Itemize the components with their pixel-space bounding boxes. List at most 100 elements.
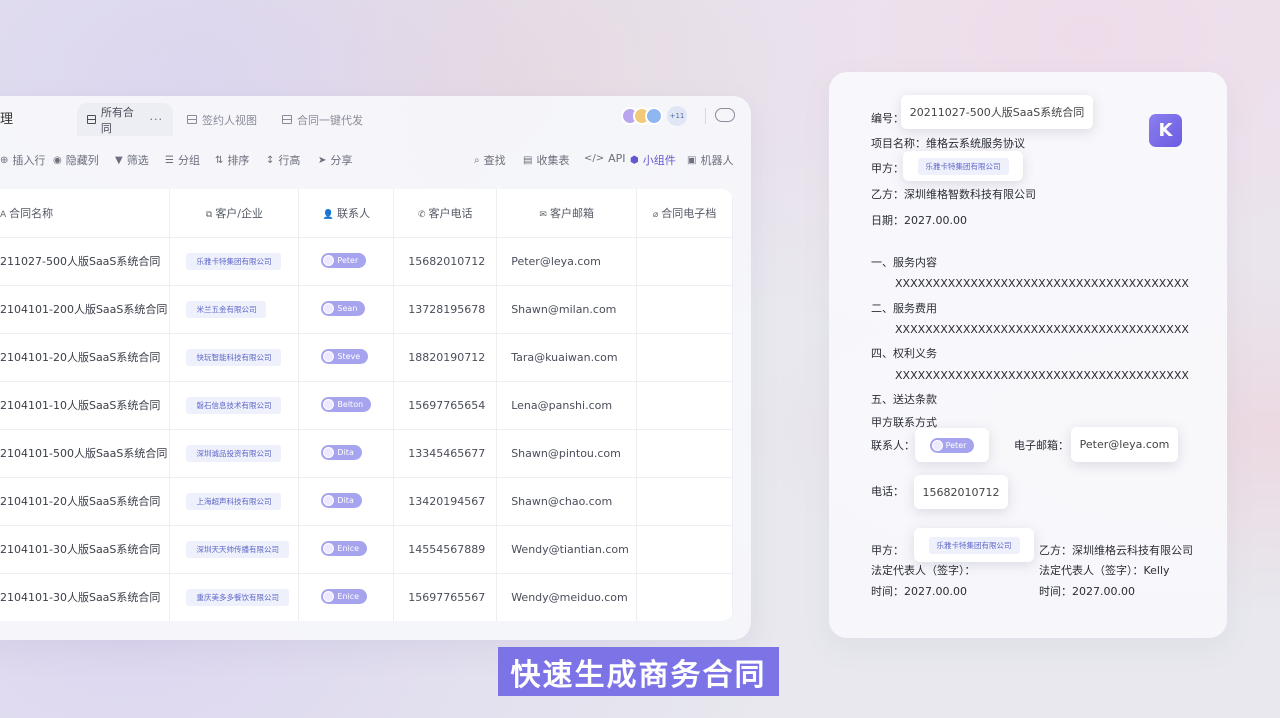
- attachment-cell[interactable]: [636, 333, 733, 382]
- phone-cell[interactable]: 15697765654: [393, 381, 498, 430]
- sign-party-a-field[interactable]: 乐雅卡特集团有限公司: [914, 528, 1034, 562]
- insert-row-button[interactable]: ⊕ 插入行: [0, 152, 45, 168]
- robot-button[interactable]: ▣ 机器人: [687, 152, 733, 168]
- column-header-contract-name[interactable]: A 合同名称: [0, 189, 171, 238]
- column-header-company[interactable]: ⧉ 客户/企业: [169, 189, 300, 238]
- filter-button[interactable]: ▼ 筛选: [115, 152, 149, 168]
- search-icon: ⌕: [474, 154, 480, 166]
- share-button[interactable]: ➤ 分享: [318, 152, 352, 168]
- company-cell[interactable]: 上海超声科技有限公司: [169, 477, 300, 526]
- avatar: [323, 591, 335, 602]
- email-cell[interactable]: Shawn@pintou.com: [496, 429, 638, 478]
- cloud-icon[interactable]: [715, 108, 735, 122]
- more-icon[interactable]: ···: [150, 113, 164, 126]
- widget-button[interactable]: ⬢ 小组件: [630, 152, 676, 168]
- party-a-label: 甲方：: [871, 162, 904, 175]
- attachment-cell[interactable]: [636, 477, 733, 526]
- tab-signer-view[interactable]: 签约人视图: [177, 103, 267, 136]
- email-cell[interactable]: Wendy@tiantian.com: [496, 525, 638, 574]
- contact-field[interactable]: Peter: [915, 428, 989, 462]
- app-logo: K: [1149, 114, 1182, 147]
- contract-preview: K 编号： 20211027-500人版SaaS系统合同 项目名称：维格云系统服…: [829, 72, 1227, 638]
- table-row[interactable]: 2104101-500人版SaaS系统合同 深圳诚品投资有限公司 Dita 13345…: [0, 429, 733, 478]
- row-height-button[interactable]: ↕ 行高: [266, 152, 300, 168]
- contract-name-cell[interactable]: 2104101-200人版SaaS系统合同: [0, 285, 171, 334]
- column-header-phone[interactable]: ✆ 客户电话: [393, 189, 498, 238]
- hide-column-button[interactable]: ◉ 隐藏列: [53, 152, 99, 168]
- contact-cell[interactable]: Enice: [298, 573, 395, 621]
- company-cell[interactable]: 快玩智能科技有限公司: [169, 333, 300, 382]
- column-header-contact[interactable]: 👤 联系人: [298, 189, 395, 238]
- table-row[interactable]: 2104101-200人版SaaS系统合同 米兰五金有限公司 Sean 1372819…: [0, 285, 733, 334]
- search-button[interactable]: ⌕ 查找: [474, 152, 506, 168]
- attachment-cell[interactable]: [636, 237, 733, 286]
- attachment-cell[interactable]: [636, 285, 733, 334]
- company-cell[interactable]: 深圳天天帅传播有限公司: [169, 525, 300, 574]
- column-label: 合同电子档: [661, 206, 717, 220]
- table-row[interactable]: 2104101-10人版SaaS系统合同 磐石信息技术有限公司 Belton 1569…: [0, 381, 733, 430]
- phone-cell[interactable]: 13420194567: [393, 477, 498, 526]
- tab-all-contracts[interactable]: 所有合同 ···: [77, 103, 173, 136]
- group-button[interactable]: ☰ 分组: [165, 152, 200, 168]
- email-cell[interactable]: Shawn@milan.com: [496, 285, 638, 334]
- attachment-cell[interactable]: [636, 573, 733, 621]
- grid-view-icon: [282, 115, 292, 124]
- contract-name-cell[interactable]: 2104101-20人版SaaS系统合同: [0, 477, 171, 526]
- attachment-cell[interactable]: [636, 429, 733, 478]
- table-row[interactable]: 2104101-30人版SaaS系统合同 重庆美多多餐饮有限公司 Enice 1569…: [0, 573, 733, 621]
- datasheet-window: 理 所有合同 ··· 签约人视图 合同一键代发 +11 ⊕ 插入行 ◉ 隐藏列 ▼ 筛…: [0, 96, 751, 640]
- phone-cell[interactable]: 15682010712: [393, 237, 498, 286]
- tab-label: 所有合同: [100, 105, 134, 135]
- contact-cell[interactable]: Belton: [298, 381, 395, 430]
- attachment-cell[interactable]: [636, 381, 733, 430]
- api-button[interactable]: </> API: [584, 152, 626, 165]
- phone-cell[interactable]: 15697765567: [393, 573, 498, 621]
- form-button[interactable]: ▤ 收集表: [523, 152, 569, 168]
- contact-cell[interactable]: Peter: [298, 237, 395, 286]
- table-row[interactable]: 2104101-20人版SaaS系统合同 上海超声科技有限公司 Dita 134201…: [0, 477, 733, 526]
- company-cell[interactable]: 磐石信息技术有限公司: [169, 381, 300, 430]
- column-label: 客户邮箱: [549, 206, 594, 220]
- column-header-attachment[interactable]: ⌀ 合同电子档: [636, 189, 733, 238]
- widget-icon: ⬢: [630, 154, 639, 166]
- company-cell[interactable]: 米兰五金有限公司: [169, 285, 300, 334]
- contact-cell[interactable]: Dita: [298, 429, 395, 478]
- collaborator-avatars[interactable]: +11: [621, 106, 687, 126]
- sort-button[interactable]: ⇅ 排序: [215, 152, 249, 168]
- contact-cell[interactable]: Steve: [298, 333, 395, 382]
- label: 隐藏列: [65, 154, 99, 167]
- email-cell[interactable]: Wendy@meiduo.com: [496, 573, 638, 621]
- contract-number-field[interactable]: 20211027-500人版SaaS系统合同: [901, 95, 1093, 129]
- party-a-field[interactable]: 乐雅卡特集团有限公司: [903, 151, 1023, 181]
- contract-name-cell[interactable]: 2104101-30人版SaaS系统合同: [0, 573, 171, 621]
- email-cell[interactable]: Peter@leya.com: [496, 237, 638, 286]
- contract-name-cell[interactable]: 2104101-500人版SaaS系统合同: [0, 429, 171, 478]
- column-header-email[interactable]: ✉ 客户邮箱: [496, 189, 638, 238]
- phone-cell[interactable]: 13728195678: [393, 285, 498, 334]
- contact-cell[interactable]: Sean: [298, 285, 395, 334]
- phone-cell[interactable]: 18820190712: [393, 333, 498, 382]
- phone-cell[interactable]: 14554567889: [393, 525, 498, 574]
- phone-cell[interactable]: 13345465677: [393, 429, 498, 478]
- email-field[interactable]: Peter@leya.com: [1071, 427, 1178, 462]
- attachment-cell[interactable]: [636, 525, 733, 574]
- email-cell[interactable]: Lena@panshi.com: [496, 381, 638, 430]
- contract-name-cell[interactable]: 2104101-20人版SaaS系统合同: [0, 333, 171, 382]
- table-row[interactable]: 2104101-20人版SaaS系统合同 快玩智能科技有限公司 Steve 18820…: [0, 333, 733, 382]
- company-cell[interactable]: 乐雅卡特集团有限公司: [169, 237, 300, 286]
- company-cell[interactable]: 重庆美多多餐饮有限公司: [169, 573, 300, 621]
- contract-name-cell[interactable]: 211027-500人版SaaS系统合同: [0, 237, 171, 286]
- tab-one-click-send[interactable]: 合同一键代发: [272, 103, 373, 136]
- table-row[interactable]: 211027-500人版SaaS系统合同 乐雅卡特集团有限公司 Peter 15682…: [0, 237, 733, 286]
- contract-name-cell[interactable]: 2104101-30人版SaaS系统合同: [0, 525, 171, 574]
- company-chip: 乐雅卡特集团有限公司: [917, 157, 1009, 175]
- contract-name-cell[interactable]: 2104101-10人版SaaS系统合同: [0, 381, 171, 430]
- contact-cell[interactable]: Enice: [298, 525, 395, 574]
- company-cell[interactable]: 深圳诚品投资有限公司: [169, 429, 300, 478]
- table-row[interactable]: 2104101-30人版SaaS系统合同 深圳天天帅传播有限公司 Enice 1455…: [0, 525, 733, 574]
- email-cell[interactable]: Tara@kuaiwan.com: [496, 333, 638, 382]
- contact-cell[interactable]: Dita: [298, 477, 395, 526]
- email-cell[interactable]: Shawn@chao.com: [496, 477, 638, 526]
- phone-field[interactable]: 15682010712: [914, 475, 1008, 509]
- collaborator-count[interactable]: +11: [667, 106, 687, 126]
